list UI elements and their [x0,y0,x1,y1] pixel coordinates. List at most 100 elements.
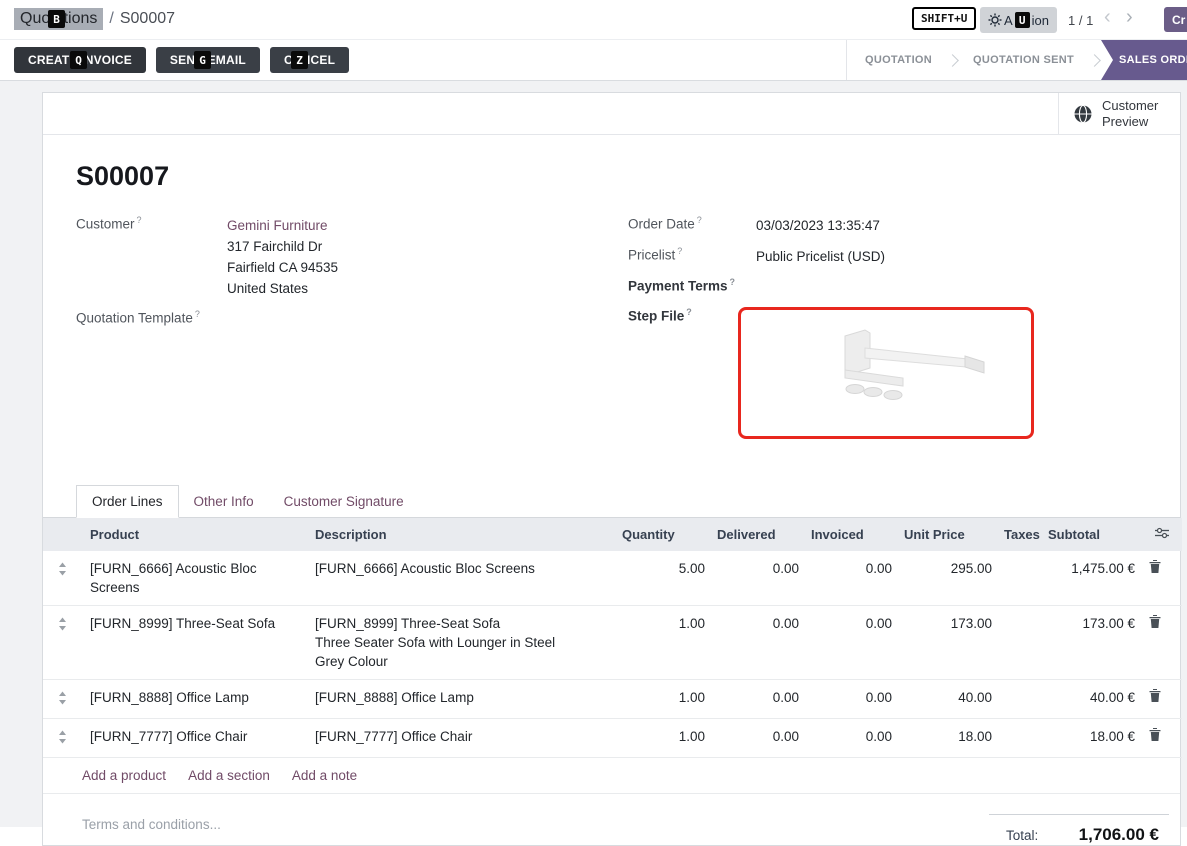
cell-quantity[interactable]: 5.00 [616,551,711,606]
order-line-row[interactable]: [FURN_8999] Three-Seat Sofa [FURN_8999] … [43,605,1182,679]
status-separator-icon [946,54,959,67]
cell-description[interactable]: [FURN_8888] Office Lamp [309,679,616,718]
pager-next-icon[interactable]: › [1126,6,1133,29]
customer-preview-button[interactable]: Customer Preview [1058,93,1180,134]
hint-badge-send-email: G [194,51,211,69]
hint-badge-create-invoice: Q [70,51,87,69]
order-date-value[interactable]: 03/03/2023 13:35:47 [756,215,880,236]
tab-customer-signature[interactable]: Customer Signature [269,486,419,517]
total-label: Total: [1006,828,1038,843]
cell-quantity[interactable]: 1.00 [616,679,711,718]
table-header-row: Product Description Quantity Delivered I… [43,518,1182,551]
globe-icon [1073,104,1093,124]
customer-field-row: Customer? Gemini Furniture 317 Fairchild… [76,215,628,299]
cell-taxes[interactable] [998,718,1042,757]
action-menu-button[interactable]: A U ion [980,7,1057,33]
cell-delivered[interactable]: 0.00 [711,718,805,757]
status-step-quotation-sent[interactable]: QUOTATION SENT [959,54,1088,66]
cell-taxes[interactable] [998,551,1042,606]
form-left-column: Customer? Gemini Furniture 317 Fairchild… [76,215,628,336]
cell-product[interactable]: [FURN_8888] Office Lamp [81,679,309,718]
column-header-invoiced[interactable]: Invoiced [805,518,898,551]
cell-delivered[interactable]: 0.00 [711,605,805,679]
cell-quantity[interactable]: 1.00 [616,718,711,757]
step-file-3d-render [741,310,1031,436]
cell-description[interactable]: [FURN_7777] Office Chair [309,718,616,757]
status-step-sales-order-active[interactable]: SALES ORDER [1101,40,1187,80]
cell-product[interactable]: [FURN_6666] Acoustic Bloc Screens [81,551,309,606]
optional-columns-icon[interactable] [1141,518,1182,551]
cell-taxes[interactable] [998,605,1042,679]
add-a-section-link[interactable]: Add a section [188,768,270,783]
customer-address-line: 317 Fairchild Dr [227,239,322,254]
cell-unit-price[interactable]: 18.00 [898,718,998,757]
add-a-product-link[interactable]: Add a product [82,768,166,783]
cell-invoiced[interactable]: 0.00 [805,605,898,679]
top-navigation-bar: Quotations / S00007 SHIFT+U A U ion 1 / … [0,0,1187,40]
step-file-field-row: Step File? [628,307,1160,439]
odoo-sales-order-page: { "breadcrumb": { "section": "Quotations… [0,0,1187,827]
list-footer-links: Add a product Add a section Add a note [43,758,1180,794]
breadcrumb-current-record: S00007 [120,10,175,28]
cell-delivered[interactable]: 0.00 [711,679,805,718]
pager-previous-icon[interactable]: ‹ [1104,6,1111,29]
form-view-content: Customer Preview S00007 Customer? Gemini… [0,81,1187,827]
notebook-tabs: Order Lines Other Info Customer Signatur… [43,482,1180,518]
action-hint-badge: U [1015,12,1030,28]
total-value: 1,706.00 € [1079,825,1159,845]
column-header-taxes[interactable]: Taxes [998,518,1042,551]
cell-invoiced[interactable]: 0.00 [805,679,898,718]
delete-row-icon[interactable] [1141,605,1182,679]
customer-field-value: Gemini Furniture 317 Fairchild Dr Fairfi… [227,215,338,299]
record-action-bar: CREATE INVOICE SEND EMAIL CANCEL QUOTATI… [0,40,1187,81]
order-line-row[interactable]: [FURN_7777] Office Chair [FURN_7777] Off… [43,718,1182,757]
keyboard-shortcut-badge: SHIFT+U [912,7,976,30]
cell-description[interactable]: [FURN_6666] Acoustic Bloc Screens [309,551,616,606]
cancel-button[interactable]: CANCEL [270,47,349,73]
cell-subtotal: 18.00 € [1042,718,1141,757]
cell-invoiced[interactable]: 0.00 [805,718,898,757]
order-line-row[interactable]: [FURN_8888] Office Lamp [FURN_8888] Offi… [43,679,1182,718]
terms-and-conditions-input[interactable]: Terms and conditions... [82,817,221,845]
column-header-product[interactable]: Product [81,518,309,551]
customer-address-line: United States [227,281,308,296]
column-header-delivered[interactable]: Delivered [711,518,805,551]
delete-row-icon[interactable] [1141,679,1182,718]
order-line-row[interactable]: [FURN_6666] Acoustic Bloc Screens [FURN_… [43,551,1182,606]
drag-handle-icon[interactable] [43,679,81,718]
sheet-bottom-section: Terms and conditions... Total: 1,706.00 … [43,794,1180,845]
tab-order-lines[interactable]: Order Lines [76,485,179,518]
step-file-label: Step File? [628,307,756,324]
breadcrumb: Quotations / S00007 [14,8,175,30]
corner-button[interactable]: Cr [1164,7,1187,32]
status-step-quotation[interactable]: QUOTATION [851,54,946,66]
column-header-description[interactable]: Description [309,518,616,551]
cell-unit-price[interactable]: 295.00 [898,551,998,606]
delete-row-icon[interactable] [1141,718,1182,757]
drag-handle-icon[interactable] [43,605,81,679]
cell-unit-price[interactable]: 173.00 [898,605,998,679]
column-header-unit-price[interactable]: Unit Price [898,518,998,551]
customer-name-link[interactable]: Gemini Furniture [227,218,328,233]
delete-row-icon[interactable] [1141,551,1182,606]
customer-preview-label: Customer Preview [1102,98,1166,129]
cell-delivered[interactable]: 0.00 [711,551,805,606]
order-lines-table: Product Description Quantity Delivered I… [43,518,1182,758]
step-file-image[interactable] [738,307,1034,439]
column-header-quantity[interactable]: Quantity [616,518,711,551]
pricelist-value[interactable]: Public Pricelist (USD) [756,246,885,267]
cell-product[interactable]: [FURN_8999] Three-Seat Sofa [81,605,309,679]
add-a-note-link[interactable]: Add a note [292,768,357,783]
cell-quantity[interactable]: 1.00 [616,605,711,679]
tab-other-info[interactable]: Other Info [179,486,269,517]
gear-icon [988,13,1002,27]
cell-product[interactable]: [FURN_7777] Office Chair [81,718,309,757]
cell-unit-price[interactable]: 40.00 [898,679,998,718]
help-icon: ? [137,215,142,225]
column-header-subtotal[interactable]: Subtotal [1042,518,1141,551]
cell-description[interactable]: [FURN_8999] Three-Seat Sofa Three Seater… [309,605,616,679]
cell-taxes[interactable] [998,679,1042,718]
drag-handle-icon[interactable] [43,551,81,606]
cell-invoiced[interactable]: 0.00 [805,551,898,606]
drag-handle-icon[interactable] [43,718,81,757]
